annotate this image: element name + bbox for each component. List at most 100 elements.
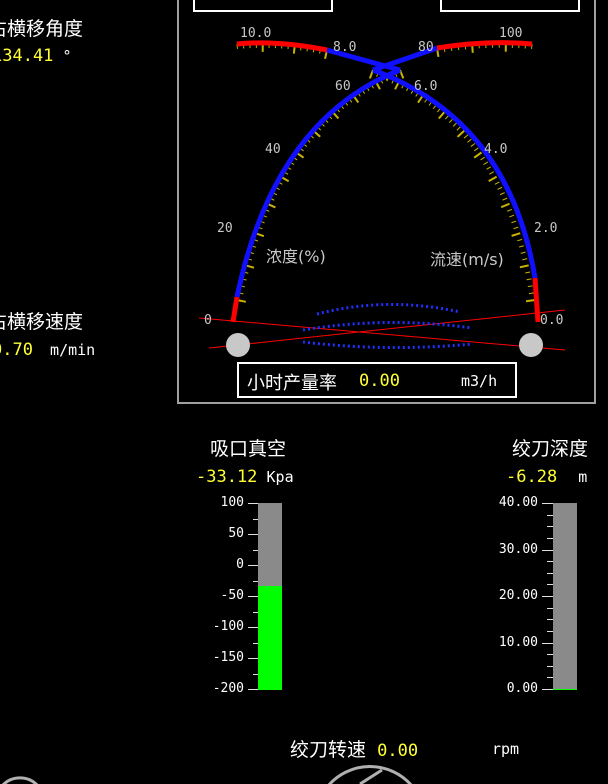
velocity-tick [456, 130, 465, 138]
cutter-depth-tick-label: 30.00 [498, 541, 538, 557]
concentration-arc-low-alarm [230, 296, 240, 323]
cutter-depth-unit: m [578, 468, 588, 486]
conc-tick-100: 100 [499, 26, 522, 41]
concentration-pointer-knob [226, 333, 250, 357]
velocity-tick [473, 147, 479, 152]
traverse-speed-unit: m/min [50, 341, 96, 359]
velocity-tick [511, 232, 521, 237]
velocity-tick [502, 197, 508, 201]
vel-tick-6: 6.0 [414, 79, 437, 94]
conc-tick-40: 40 [265, 142, 281, 157]
velocity-pointer-knob [519, 333, 543, 357]
velocity-tick [463, 134, 469, 139]
traverse-angle-value: 134.41 [0, 46, 54, 66]
corner-dial [1, 776, 39, 784]
hourly-output-value: 0.00 [359, 371, 400, 391]
cutter-depth-label: 绞刀深度 [512, 438, 589, 460]
hourly-output-label: 小时产量率 [247, 373, 337, 394]
velocity-tick [526, 278, 532, 281]
suction-vacuum-bar-fill [258, 585, 282, 690]
velocity-tick [488, 175, 498, 182]
suction-vacuum-tick-label: -100 [212, 619, 244, 634]
conc-tick-60: 60 [335, 79, 351, 94]
velocity-tick [480, 156, 485, 161]
velocity-tick [513, 226, 519, 230]
traverse-angle-label: 右横移角度 [0, 18, 84, 40]
cutter-speed-dial-needle [359, 768, 383, 784]
conc-tick-80: 80 [418, 40, 434, 55]
guide-line-b [208, 309, 566, 349]
concentration-tick [399, 69, 405, 79]
conc-tick-20: 20 [217, 221, 233, 236]
velocity-tick [483, 161, 489, 166]
velocity-tick [511, 220, 517, 224]
dual-arc-gauge: 0 20 40 60 80 100 0.0 2.0 4.0 6.0 8.0 10… [198, 26, 566, 357]
cutter-depth-tick-label: 20.00 [498, 588, 538, 603]
traverse-speed-label: 右横移速度 [0, 311, 84, 333]
vel-tick-10: 10.0 [240, 26, 271, 41]
cutter-speed-dial-rim [327, 765, 413, 784]
traverse-speed-readout: 0.70 m/min [0, 340, 95, 360]
velocity-tick [517, 238, 523, 242]
cutter-speed-label: 绞刀转速 [290, 739, 367, 761]
suction-vacuum-value: -33.12 [196, 467, 258, 487]
velocity-tick [456, 126, 461, 131]
cutter-speed-value: 0.00 [377, 741, 419, 761]
velocity-tick [494, 181, 500, 185]
velocity-tick [489, 171, 495, 175]
velocity-tick [486, 166, 492, 170]
velocity-tick [506, 208, 512, 212]
cutter-depth-bar [553, 503, 577, 690]
suction-vacuum-tick-label: -200 [212, 681, 244, 696]
conc-tick-0: 0 [204, 313, 212, 328]
velocity-tick [452, 122, 458, 127]
velocity-tick [520, 251, 526, 254]
suction-vacuum-unit: Kpa [266, 468, 294, 486]
cutter-speed-unit: rpm [492, 740, 520, 758]
suction-vacuum-readout: -33.12 Kpa [196, 467, 294, 487]
cutter-depth-tick-label: 40.00 [498, 495, 538, 510]
velocity-arc-high-alarm [436, 40, 533, 51]
suction-vacuum-tick-label: 0 [236, 557, 244, 572]
cutter-depth-tick-label: 0.00 [506, 681, 538, 696]
suction-vacuum-tick-label: -50 [220, 588, 244, 603]
velocity-tick [467, 138, 472, 143]
vel-tick-2: 2.0 [534, 221, 557, 236]
traverse-angle-unit: ° [62, 47, 72, 65]
suction-vacuum-bar [258, 503, 282, 690]
velocity-tick [519, 264, 529, 269]
velocity-tick [528, 292, 534, 295]
suction-vacuum-tick-label: 50 [228, 526, 244, 541]
velocity-tick [473, 151, 483, 159]
velocity-tick [497, 186, 503, 190]
flow-indicator-arc-3 [302, 340, 473, 350]
hourly-output-unit: m3/h [461, 372, 498, 390]
velocity-tick [470, 143, 476, 147]
velocity-tick [368, 69, 374, 79]
cutter-depth-value: -6.28 [506, 467, 558, 487]
traverse-speed-value: 0.70 [0, 340, 33, 360]
guide-line-a [198, 317, 566, 351]
cutter-depth-scale: 40.00 30.00 20.00 10.00 0.00 [490, 495, 554, 696]
velocity-tick [499, 192, 505, 196]
suction-vacuum-tick-label: -150 [212, 650, 244, 665]
velocity-tick [525, 299, 536, 303]
velocity-tick [509, 214, 515, 218]
suction-vacuum-tick-label: 100 [220, 495, 244, 510]
concentration-label: 浓度(%) [266, 247, 326, 266]
velocity-tick [448, 118, 454, 123]
suction-vacuum-label: 吸口真空 [210, 438, 287, 460]
vel-tick-4: 4.0 [484, 142, 507, 157]
velocity-tick [500, 202, 510, 209]
traverse-angle-readout: 134.41 ° [0, 46, 72, 66]
cutter-speed-readout: 绞刀转速 0.00 [290, 735, 418, 762]
velocity-tick [522, 258, 528, 261]
velocity-arc-low-alarm [532, 277, 541, 323]
cutter-depth-tick-label: 10.00 [498, 634, 538, 650]
velocity-tick [438, 111, 446, 120]
suction-vacuum-scale: 100 50 0 -50 -100 -150 -200 [198, 495, 260, 696]
vel-tick-0: 0.0 [540, 313, 563, 328]
velocity-tick [525, 271, 531, 274]
vel-tick-8: 8.0 [333, 40, 356, 55]
cutter-depth-bar-fill [553, 689, 577, 690]
